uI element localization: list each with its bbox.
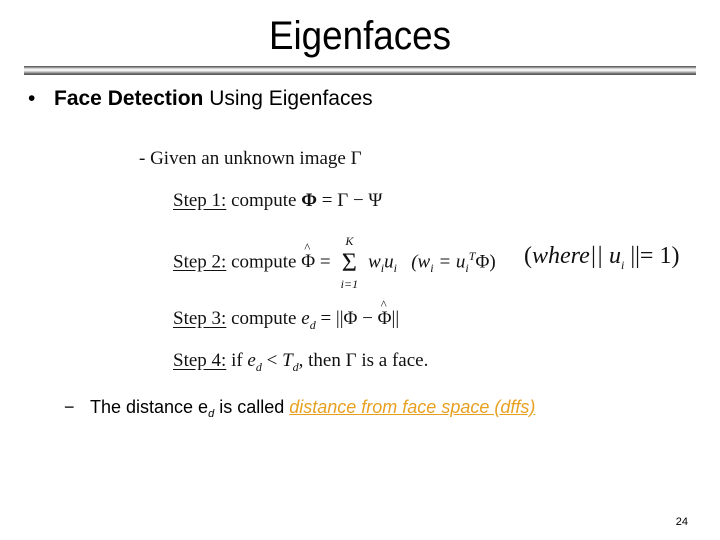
main-bullet: • Face Detection Using Eigenfaces: [28, 86, 373, 112]
bullet-icon: •: [28, 87, 36, 110]
sub-bullet-text-middle: is called: [214, 397, 290, 417]
paren-u-sub: i: [465, 261, 469, 276]
slide-title: Eigenfaces: [268, 14, 452, 58]
step4-end: is a face.: [356, 350, 429, 371]
where-close: ||= 1): [624, 243, 680, 269]
bullet-bold-text: Face Detection: [54, 87, 204, 110]
step3-e: e: [301, 308, 310, 329]
step2-eq: =: [315, 251, 336, 273]
sum-upper: K: [345, 234, 354, 248]
sum-symbol: Σ: [341, 248, 357, 277]
step1-lhs: Φ: [301, 190, 318, 211]
where-word: where: [532, 243, 590, 269]
step4-text: if: [226, 350, 248, 371]
formula-where-note: (where|| ui ||= 1): [524, 243, 679, 273]
page-number: 24: [675, 516, 688, 528]
step4-gamma: Γ: [345, 350, 357, 371]
paren-u: = u: [433, 251, 466, 273]
step4-e: e: [247, 350, 256, 371]
dash-icon: −: [64, 397, 75, 417]
sum-lower: i=1: [340, 277, 359, 291]
step3-phi-hat: Φ: [378, 297, 392, 330]
step4-t: T: [282, 350, 293, 371]
step1-rhs: = Γ − Ψ: [317, 190, 383, 211]
step4-then: , then: [298, 350, 346, 371]
dffs-link[interactable]: distance from face space (dffs): [289, 397, 535, 417]
step3-rhs-a: = ||Φ −: [315, 308, 378, 329]
gamma-symbol: Γ: [350, 148, 362, 169]
step4-label: Step 4:: [173, 350, 227, 371]
formula-step3: Step 3: compute ed = ||Φ − Φ||: [173, 297, 400, 333]
paren-w: (w: [411, 251, 431, 273]
paren-end: Φ): [475, 251, 496, 273]
sub-bullet: − The distance ed is called distance from…: [64, 396, 535, 425]
step4-lt: <: [261, 350, 283, 371]
step3-text: compute: [226, 308, 302, 329]
bullet-rest-text: Using Eigenfaces: [203, 87, 373, 110]
step2-text: compute: [226, 251, 302, 273]
step3-rhs-b: ||: [391, 308, 400, 329]
given-text: - Given an unknown image: [139, 148, 351, 169]
step1-label: Step 1:: [173, 190, 227, 211]
formula-step4: Step 4: if ed < Td, then Γ is a face.: [173, 350, 428, 375]
w-term: w: [368, 251, 381, 273]
formula-given: - Given an unknown image Γ: [139, 148, 362, 170]
formula-step2: Step 2: compute Φ = KΣi=1 wiui (wi = uiT…: [173, 234, 496, 291]
sub-bullet-text-before: The distance e: [90, 397, 209, 417]
phi-hat: Φ: [301, 240, 315, 273]
u-sub: i: [393, 261, 397, 276]
u-term: u: [384, 251, 394, 273]
step1-text: compute: [226, 190, 302, 211]
summation: K Σi=1: [339, 234, 359, 291]
where-norm: || u: [589, 243, 621, 269]
where-open: (: [524, 243, 532, 269]
step3-label: Step 3:: [173, 308, 227, 329]
formula-step1: Step 1: compute Φ = Γ − Ψ: [173, 190, 382, 212]
step2-label: Step 2:: [173, 251, 227, 273]
title-divider: [24, 66, 696, 75]
